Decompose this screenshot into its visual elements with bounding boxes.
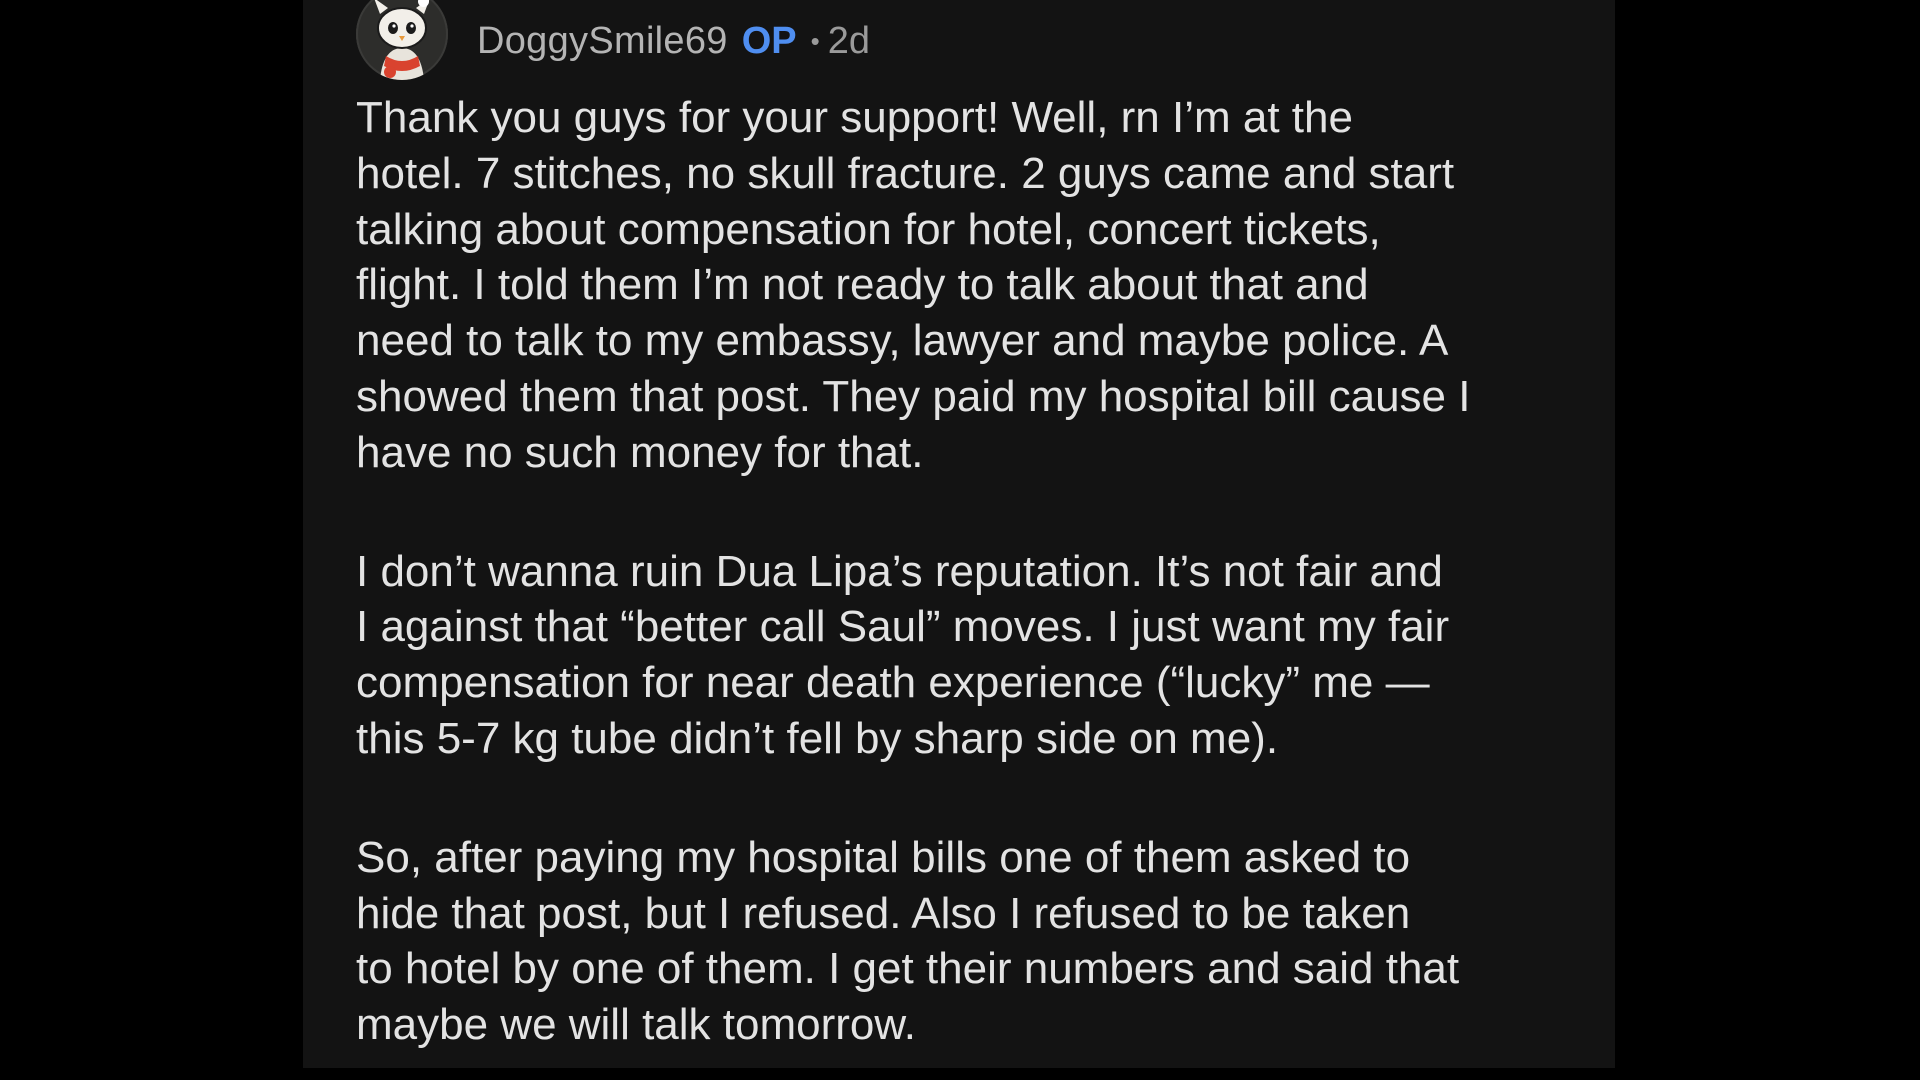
comment-header: DoggySmile69 OP • 2d [356, 0, 870, 82]
comment-age: 2d [827, 19, 871, 62]
comment-body: Thank you guys for your support! Well, r… [356, 90, 1606, 1053]
snoo-avatar-icon [356, 0, 448, 80]
comment-paragraph: So, after paying my hospital bills one o… [356, 832, 1460, 1050]
comment-card: DoggySmile69 OP • 2d Thank you guys for … [303, 0, 1615, 1068]
meta-separator: • [810, 25, 820, 56]
comment-paragraph: I don’t wanna ruin Dua Lipa’s reputation… [356, 546, 1450, 763]
comment-paragraph: Thank you guys for your support! Well, r… [356, 93, 1471, 477]
op-badge: OP [741, 19, 797, 62]
video-frame: DoggySmile69 OP • 2d Thank you guys for … [0, 0, 1920, 1080]
avatar[interactable] [356, 0, 448, 80]
comment-author[interactable]: DoggySmile69 [477, 20, 728, 63]
